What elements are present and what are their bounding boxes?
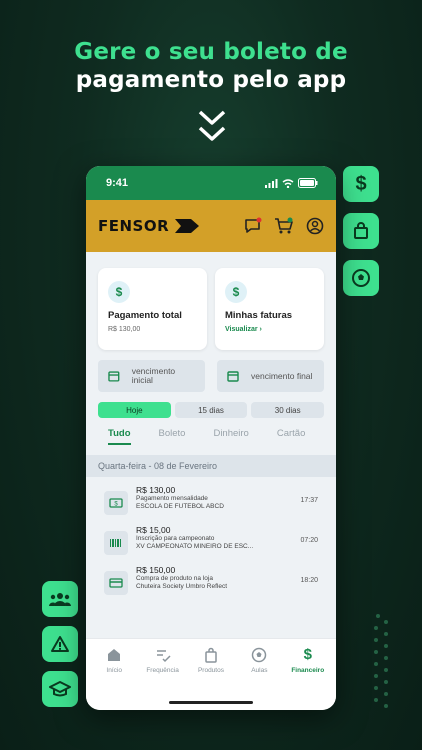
status-time: 9:41	[106, 177, 129, 189]
nav-financial[interactable]: $ Financeiro	[286, 646, 330, 675]
day-header: Quarta-feira - 08 de Fevereiro	[86, 455, 336, 477]
bag-icon	[205, 647, 217, 663]
headline-line1: Gere o seu boleto de	[74, 39, 348, 65]
tab-boleto[interactable]: Boleto	[159, 428, 186, 445]
period-15-days[interactable]: 15 dias	[174, 402, 248, 418]
period-filter: Hoje 15 dias 30 dias	[86, 392, 336, 418]
warning-side-button[interactable]	[42, 626, 78, 662]
group-side-button[interactable]	[42, 581, 78, 617]
nav-label: Início	[106, 667, 122, 674]
headline: Gere o seu boleto de pagamento pelo app	[0, 38, 422, 94]
headline-line2: pagamento pelo app	[75, 67, 347, 93]
transaction-amount: R$ 150,00	[136, 565, 176, 575]
profile-icon[interactable]	[306, 217, 324, 235]
end-date-label: vencimento final	[251, 370, 313, 381]
brand-header: FENSOR	[86, 200, 336, 252]
transaction-time: 18:20	[300, 577, 318, 584]
card-title: Minhas faturas	[225, 310, 293, 321]
period-30-days[interactable]: 30 dias	[251, 402, 325, 418]
nav-label: Aulas	[251, 667, 268, 674]
nav-classes[interactable]: Aulas	[237, 647, 281, 674]
battery-icon	[298, 178, 318, 188]
transaction-time: 07:20	[300, 537, 318, 544]
transaction-row[interactable]: $ R$ 130,00 Pagamento mensalidade ESCOLA…	[86, 485, 336, 525]
home-indicator	[169, 701, 253, 704]
bottom-navigation: Início Frequência Produtos Aulas $ Finan…	[86, 638, 336, 710]
dollar-icon: $	[303, 646, 312, 663]
double-chevron-down-icon	[198, 110, 226, 141]
card-value: R$ 130,00	[108, 326, 141, 333]
graduation-cap-icon	[49, 681, 71, 697]
nav-home[interactable]: Início	[92, 647, 136, 674]
calendar-icon	[108, 371, 120, 382]
home-icon	[108, 649, 121, 661]
dollar-icon: $	[108, 281, 130, 303]
calendar-icon	[227, 371, 239, 382]
chat-icon[interactable]	[244, 217, 262, 235]
end-date-field[interactable]: vencimento final	[217, 360, 324, 392]
view-link[interactable]: Visualizar ›	[225, 326, 314, 333]
tab-card[interactable]: Cartão	[277, 428, 306, 445]
chevron-right-icon: ›	[259, 326, 262, 333]
start-date-label: vencimento inicial	[131, 366, 176, 385]
graduation-side-button[interactable]	[42, 671, 78, 707]
ball-icon	[352, 269, 370, 287]
brand-arrow-icon	[175, 219, 200, 233]
nav-label: Produtos	[197, 667, 224, 674]
brand-name: FENSOR	[98, 217, 170, 235]
main-content: $ Pagamento total R$ 130,00 $ Minhas fat…	[86, 252, 336, 638]
card-icon	[104, 571, 128, 595]
decorative-dots	[374, 614, 388, 708]
ball-side-button[interactable]	[343, 260, 379, 296]
period-today[interactable]: Hoje	[98, 402, 171, 418]
status-bar: 9:41	[86, 166, 336, 200]
barcode-icon	[104, 531, 128, 555]
nav-frequency[interactable]: Frequência	[141, 647, 185, 674]
transaction-amount: R$ 130,00	[136, 485, 176, 495]
signal-icon	[265, 178, 278, 188]
nav-label: Frequência	[146, 667, 179, 674]
tab-all[interactable]: Tudo	[108, 428, 131, 445]
card-title: Pagamento total	[108, 310, 182, 321]
bag-side-button[interactable]	[343, 213, 379, 249]
nav-products[interactable]: Produtos	[189, 647, 233, 674]
transaction-detail: XV CAMPEONATO MINEIRO DE ESC...	[136, 542, 254, 550]
transaction-description: Compra de produto na loja	[136, 575, 213, 582]
bag-icon	[354, 222, 368, 239]
dollar-icon: $	[355, 172, 367, 195]
ball-icon	[252, 647, 267, 663]
transaction-description: Pagamento mensalidade	[136, 495, 208, 502]
transaction-description: Inscrição para campeonato	[136, 535, 215, 542]
my-invoices-card[interactable]: $ Minhas faturas Visualizar ›	[215, 268, 324, 350]
view-link-label: Visualizar	[225, 326, 258, 333]
wifi-icon	[282, 178, 294, 188]
transaction-time: 17:37	[300, 497, 318, 504]
start-date-field[interactable]: vencimento inicial	[98, 360, 205, 392]
check-list-icon	[156, 650, 171, 663]
transaction-detail: Chuteira Society Umbro Reflect	[136, 582, 228, 590]
transaction-detail: ESCOLA DE FUTEBOL ABCD	[136, 502, 224, 510]
transaction-row[interactable]: R$ 15,00 Inscrição para campeonato XV CA…	[86, 525, 336, 565]
total-payment-card[interactable]: $ Pagamento total R$ 130,00	[98, 268, 207, 350]
transaction-list: $ R$ 130,00 Pagamento mensalidade ESCOLA…	[86, 477, 336, 605]
nav-label: Financeiro	[291, 667, 325, 674]
transaction-amount: R$ 15,00	[136, 525, 171, 535]
cash-icon: $	[104, 491, 128, 515]
warning-icon	[51, 636, 69, 652]
brand-logo: FENSOR	[98, 217, 201, 235]
cart-icon[interactable]	[274, 217, 294, 235]
dollar-side-button[interactable]: $	[343, 166, 379, 202]
group-icon	[49, 593, 71, 606]
tab-cash[interactable]: Dinheiro	[213, 428, 248, 445]
dollar-icon: $	[225, 281, 247, 303]
transaction-row[interactable]: R$ 150,00 Compra de produto na loja Chut…	[86, 565, 336, 605]
phone-mockup: 9:41 FENSOR $ Pagamento total R$ 130,00 …	[86, 166, 336, 710]
payment-type-tabs: Tudo Boleto Dinheiro Cartão	[86, 418, 336, 445]
